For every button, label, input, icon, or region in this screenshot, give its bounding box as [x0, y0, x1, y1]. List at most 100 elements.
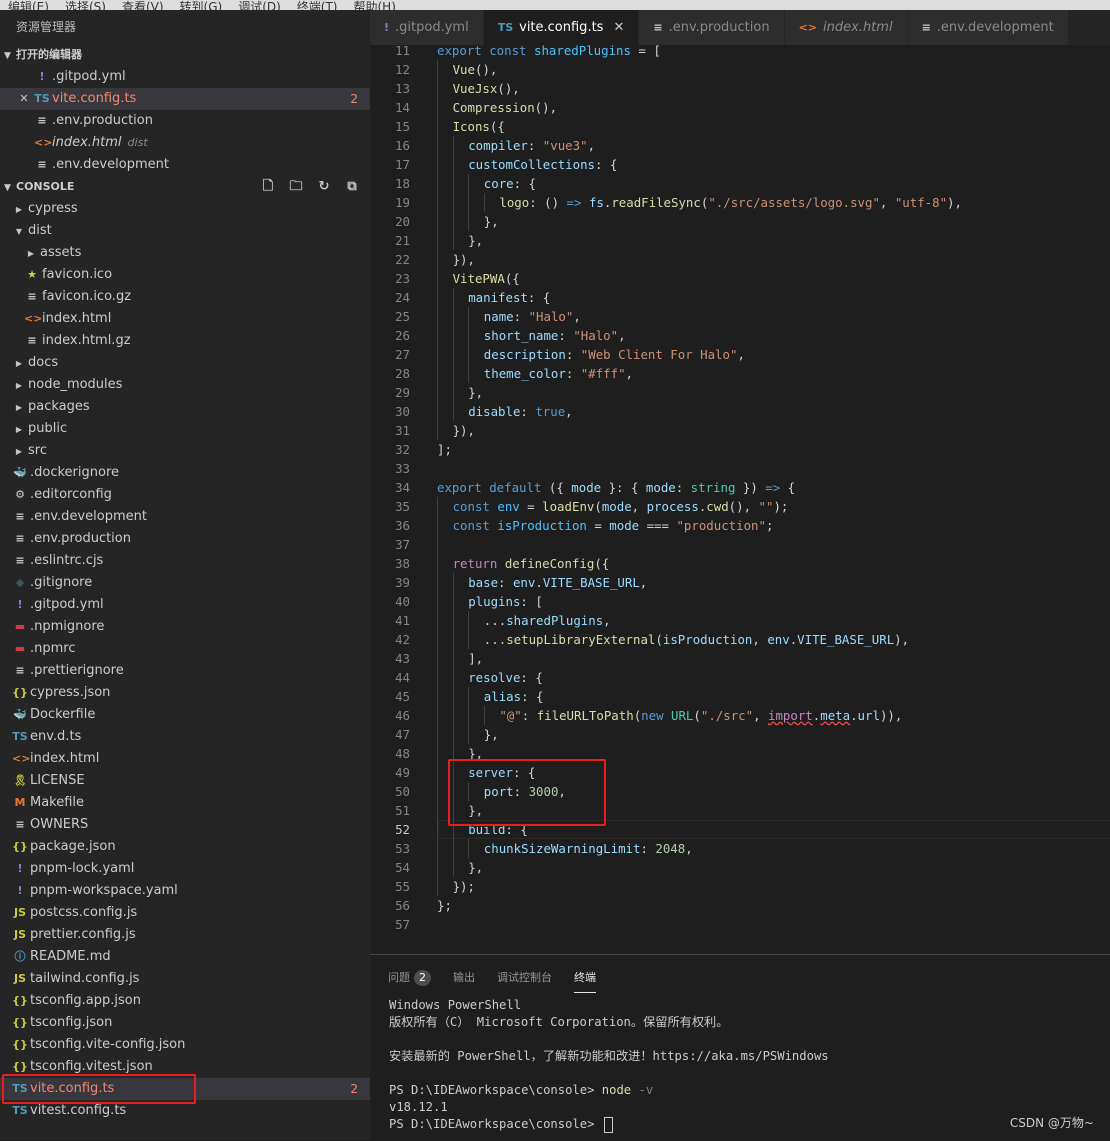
code-line[interactable]: 18 core: { — [370, 174, 1110, 193]
file-tree-item[interactable]: ⓘ README.md — [0, 946, 370, 968]
menu-item[interactable]: 查看(V) — [114, 0, 172, 10]
code-line[interactable]: 29}, — [370, 383, 1110, 402]
file-tree-item[interactable]: {} tsconfig.vite-config.json — [0, 1034, 370, 1056]
file-tree-item[interactable]: ≡ .env.production — [0, 528, 370, 550]
code-line[interactable]: 53 chunkSizeWarningLimit: 2048, — [370, 839, 1110, 858]
code-line[interactable]: 42 ...setupLibraryExternal(isProduction, … — [370, 630, 1110, 649]
close-icon[interactable]: ✕ — [16, 88, 32, 110]
close-icon[interactable]: ✕ — [613, 20, 624, 35]
open-editor-item[interactable]: ≡ .env.production — [0, 110, 370, 132]
panel-tab[interactable]: 输出 — [453, 969, 475, 985]
code-line[interactable]: 41 ...sharedPlugins, — [370, 611, 1110, 630]
code-line[interactable]: 17 customCollections: { — [370, 155, 1110, 174]
file-tree-item[interactable]: JS prettier.config.js — [0, 924, 370, 946]
collapse-all-icon[interactable]: ⧉ — [342, 178, 362, 196]
code-line[interactable]: 14 Compression(), — [370, 98, 1110, 117]
code-line[interactable]: 36 const isProduction = mode === "product… — [370, 516, 1110, 535]
file-tree-item[interactable]: JS tailwind.config.js — [0, 968, 370, 990]
open-editor-item[interactable]: ≡ .env.development — [0, 154, 370, 176]
code-line[interactable]: 31}), — [370, 421, 1110, 440]
panel-tab[interactable]: 调试控制台 — [497, 969, 552, 985]
file-tree-item[interactable]: ▬ .npmrc — [0, 638, 370, 660]
file-tree-item[interactable]: <>index.html — [0, 748, 370, 770]
chevron-right-icon[interactable]: ▶ — [12, 441, 26, 463]
code-line[interactable]: 33 — [370, 459, 1110, 478]
file-tree-item[interactable]: ▬ .npmignore — [0, 616, 370, 638]
panel-tab[interactable]: 终端 — [574, 969, 596, 993]
file-tree-item[interactable]: 🐳 .dockerignore — [0, 462, 370, 484]
file-tree-item[interactable]: JS postcss.config.js — [0, 902, 370, 924]
code-line[interactable]: 39 base: env.VITE_BASE_URL, — [370, 573, 1110, 592]
code-line[interactable]: 20}, — [370, 212, 1110, 231]
chevron-right-icon[interactable]: ▶ — [12, 419, 26, 441]
file-tree-item[interactable]: {} tsconfig.json — [0, 1012, 370, 1034]
code-line[interactable]: 27 description: "Web Client For Halo", — [370, 345, 1110, 364]
file-tree-item[interactable]: ▶ assets — [0, 242, 370, 264]
code-line[interactable]: 19 logo: () => fs.readFileSync("./src/ass… — [370, 193, 1110, 212]
menu-item[interactable]: 编辑(E) — [0, 0, 57, 10]
new-folder-icon[interactable]: 🗀 — [286, 178, 306, 196]
code-area[interactable]: 11 export const sharedPlugins = [12 Vue(),… — [370, 44, 1110, 944]
open-editor-item[interactable]: ! .gitpod.yml — [0, 66, 370, 88]
new-file-icon[interactable]: 🗋 — [258, 178, 278, 196]
editor-tab[interactable]: ≡ .env.development — [907, 10, 1069, 45]
file-tree-item[interactable]: ▶ node_modules — [0, 374, 370, 396]
code-line[interactable]: 35 const env = loadEnv(mode, process.cwd(… — [370, 497, 1110, 516]
code-line[interactable]: 37 — [370, 535, 1110, 554]
file-tree-item[interactable]: {} cypress.json — [0, 682, 370, 704]
file-tree-item[interactable]: 🎗 LICENSE — [0, 770, 370, 792]
chevron-right-icon[interactable]: ▶ — [24, 243, 38, 265]
code-line[interactable]: 28 theme_color: "#fff", — [370, 364, 1110, 383]
code-line[interactable]: 23 VitePWA({ — [370, 269, 1110, 288]
code-line[interactable]: 56}; — [370, 896, 1110, 915]
code-line[interactable]: 24 manifest: { — [370, 288, 1110, 307]
code-line[interactable]: 45 alias: { — [370, 687, 1110, 706]
code-line[interactable]: 40 plugins: [ — [370, 592, 1110, 611]
file-tree-item[interactable]: ▶ packages — [0, 396, 370, 418]
file-tree-item[interactable]: ! .gitpod.yml — [0, 594, 370, 616]
code-line[interactable]: 16 compiler: "vue3", — [370, 136, 1110, 155]
file-tree-item[interactable]: ≡ index.html.gz — [0, 330, 370, 352]
file-tree-item[interactable]: 🐳 Dockerfile — [0, 704, 370, 726]
file-tree-item[interactable]: ≡ .env.development — [0, 506, 370, 528]
editor-tab[interactable]: <> index.html — [784, 10, 908, 45]
terminal-output[interactable]: Windows PowerShell 版权所有（C） Microsoft Corp… — [389, 997, 829, 1133]
file-tree-item[interactable]: ≡ .eslintrc.cjs — [0, 550, 370, 572]
open-editors-header[interactable]: ▼ 打开的编辑器 — [0, 44, 370, 66]
code-line[interactable]: 32]; — [370, 440, 1110, 459]
file-tree-item[interactable]: TS env.d.ts — [0, 726, 370, 748]
code-line[interactable]: 34 export default ({ mode }: { mode: stri… — [370, 478, 1110, 497]
code-line[interactable]: 11 export const sharedPlugins = [ — [370, 44, 1110, 60]
file-tree-item[interactable]: ★ favicon.ico — [0, 264, 370, 286]
code-line[interactable]: 38 return defineConfig({ — [370, 554, 1110, 573]
file-tree-item[interactable]: ▶ public — [0, 418, 370, 440]
menu-item[interactable]: 终端(T) — [289, 0, 346, 10]
editor-tab[interactable]: ! .gitpod.yml — [370, 10, 484, 45]
code-line[interactable]: 12 Vue(), — [370, 60, 1110, 79]
chevron-down-icon[interactable]: ▼ — [12, 221, 26, 243]
file-tree-item[interactable]: ≡ favicon.ico.gz — [0, 286, 370, 308]
project-header[interactable]: ▼ CONSOLE 🗋 🗀 ↻ ⧉ — [0, 176, 370, 198]
code-line[interactable]: 26 short_name: "Halo", — [370, 326, 1110, 345]
file-tree-item[interactable]: ! pnpm-workspace.yaml — [0, 880, 370, 902]
code-line[interactable]: 21}, — [370, 231, 1110, 250]
code-line[interactable]: 15 Icons({ — [370, 117, 1110, 136]
code-line[interactable]: 47}, — [370, 725, 1110, 744]
menu-item[interactable]: 选择(S) — [57, 0, 114, 10]
menu-item[interactable]: 转到(G) — [172, 0, 231, 10]
editor-tab[interactable]: TS vite.config.ts ✕ — [483, 10, 640, 45]
menu-item[interactable]: 调试(D) — [230, 0, 289, 10]
chevron-right-icon[interactable]: ▶ — [12, 375, 26, 397]
code-line[interactable]: 30 disable: true, — [370, 402, 1110, 421]
open-editor-item[interactable]: ✕ TS vite.config.ts 2 — [0, 88, 370, 110]
file-tree-item[interactable]: ≡ .prettierignore — [0, 660, 370, 682]
code-line[interactable]: 13 VueJsx(), — [370, 79, 1110, 98]
code-line[interactable]: 54}, — [370, 858, 1110, 877]
file-tree-item[interactable]: ▶ src — [0, 440, 370, 462]
file-tree-item[interactable]: ▼ dist — [0, 220, 370, 242]
code-line[interactable]: 46 "@": fileURLToPath(new URL("./src", im… — [370, 706, 1110, 725]
file-tree-item[interactable]: ▶ cypress — [0, 198, 370, 220]
code-line[interactable]: 22}), — [370, 250, 1110, 269]
refresh-icon[interactable]: ↻ — [314, 178, 334, 196]
open-editor-item[interactable]: <>index.html dist — [0, 132, 370, 154]
